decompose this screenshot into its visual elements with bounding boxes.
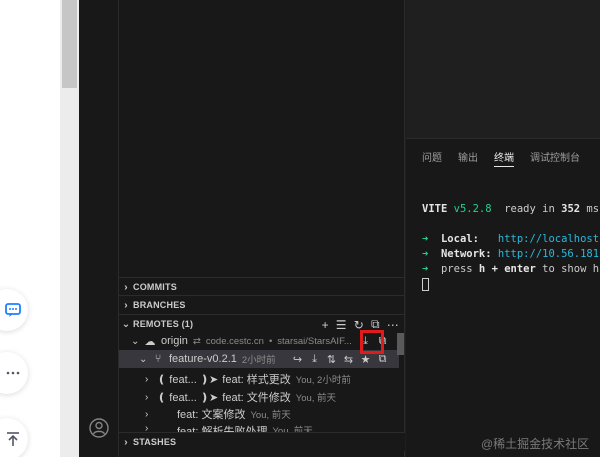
bottom-panel: 问题 输出 终端 调试控制台 VITE v5.2.8 ready in 352 … — [406, 138, 600, 457]
more-float-button[interactable] — [0, 352, 28, 394]
merge-icon[interactable]: ⤓ — [308, 353, 321, 366]
ready-unit: ms — [580, 203, 600, 215]
branches-section-header[interactable]: › BRANCHES — [119, 295, 405, 314]
network-label: Network: — [440, 248, 492, 260]
chevron-down-icon: ⌄ — [139, 353, 148, 365]
branch-row-feature[interactable]: ⌄ ⑂ feature-v0.2.1 2小时前 ↪ ⤓ ⇅ ⇆ ★ ⧉ — [119, 350, 399, 368]
sidebar-scrollbar[interactable] — [397, 333, 404, 355]
branches-label: BRANCHES — [133, 300, 186, 310]
sync-icon: ⇄ — [192, 335, 201, 347]
add-remote-icon[interactable]: + — [322, 318, 329, 332]
compare-icon[interactable]: ⇅ — [325, 353, 338, 366]
local-label: Local: — [440, 233, 479, 245]
remote-origin-row[interactable]: ⌄ ☁ origin ⇄ code.cestc.cn • starsai/Sta… — [119, 332, 399, 350]
commit-message: feat: 样式更改 — [222, 374, 291, 386]
chat-float-button[interactable] — [0, 289, 28, 331]
tab-problems[interactable]: 问题 — [422, 149, 442, 167]
watermark: @稀土掘金技术社区 — [481, 437, 590, 451]
source-control-sidebar: › COMMITS › BRANCHES ⌄ REMOTES (1) + ☰ ↻… — [119, 0, 405, 457]
tab-debug-console[interactable]: 调试控制台 — [530, 149, 580, 167]
account-icon[interactable] — [88, 417, 110, 439]
list-view-icon[interactable]: ☰ — [336, 318, 347, 332]
separator-dot: • — [268, 335, 273, 347]
local-url-link[interactable]: http://localhost — [498, 233, 599, 245]
vite-label: VITE — [422, 203, 448, 215]
chevron-right-icon: › — [145, 391, 149, 403]
chevron-right-icon: › — [145, 408, 149, 420]
commit-message: feat: 文案修改 — [177, 409, 246, 421]
back-to-top-button[interactable] — [0, 418, 28, 457]
copy-icon[interactable]: ⧉ — [376, 353, 389, 366]
commit-row[interactable]: › ❪ feat... ❫➤ feat: 文件修改 You, 前天 — [119, 388, 399, 406]
branch-name: feature-v0.2.1 — [169, 353, 237, 365]
remote-name: origin — [161, 335, 188, 347]
chevron-right-icon: › — [145, 373, 149, 385]
tab-output[interactable]: 输出 — [458, 149, 478, 167]
stashes-section-header[interactable]: › STASHES — [119, 432, 405, 451]
commit-meta: You, 2小时前 — [295, 375, 351, 386]
help-key: h + enter — [478, 263, 536, 275]
more-dots-icon — [6, 371, 20, 375]
pull-request-icon[interactable]: ⇆ — [342, 353, 355, 366]
browser-page — [0, 0, 79, 457]
cloud-icon: ☁ — [144, 335, 156, 348]
commits-label: COMMITS — [133, 282, 177, 292]
commit-message: feat: 文件修改 — [222, 392, 291, 404]
commit-row[interactable]: › feat: 文案修改 You, 前天 — [119, 405, 399, 423]
arrow-right-icon: ➜ — [422, 233, 429, 245]
stashes-label: STASHES — [133, 437, 177, 447]
ready-prefix: ready in — [504, 203, 562, 215]
branch-icon: ⑂ — [154, 353, 162, 365]
commit-branch-tag: ❪ feat... ❫➤ — [157, 391, 219, 404]
commit-meta: You, 前天 — [250, 410, 291, 421]
terminal-cursor — [422, 277, 429, 291]
switch-icon[interactable]: ↪ — [291, 353, 304, 366]
chevron-down-icon: ⌄ — [131, 335, 140, 347]
terminal-output[interactable]: VITE v5.2.8 ready in 352 ms ➜ Local: htt… — [422, 202, 599, 292]
help-suffix: to show h — [535, 263, 600, 275]
help-prefix: press — [440, 263, 479, 275]
more-actions-icon[interactable]: ⋯ — [387, 318, 399, 332]
editor-area — [406, 0, 600, 138]
page-scrollbar-thumb[interactable] — [62, 0, 77, 88]
branch-time: 2小时前 — [241, 355, 276, 366]
remote-host: code.cestc.cn — [205, 335, 264, 347]
remotes-label: REMOTES (1) — [133, 319, 194, 329]
chevron-right-icon: › — [124, 281, 128, 293]
chevron-right-icon: › — [124, 436, 128, 448]
star-icon[interactable]: ★ — [359, 353, 372, 366]
commit-branch-tag: ❪ feat... ❫➤ — [157, 373, 219, 386]
chat-icon — [5, 303, 21, 317]
arrow-up-icon — [7, 432, 19, 446]
ready-time: 352 — [561, 203, 581, 215]
remote-repo: starsai/StarsAIF... — [277, 335, 352, 347]
commits-section-header[interactable]: › COMMITS — [119, 277, 405, 296]
highlight-annotation-box — [360, 330, 384, 354]
commit-meta: You, 前天 — [295, 393, 337, 404]
commit-row[interactable]: › ❪ feat... ❫➤ feat: 样式更改 You, 2小时前 — [119, 370, 399, 388]
chevron-right-icon: › — [124, 299, 128, 311]
arrow-right-icon: ➜ — [422, 248, 429, 260]
panel-tabs: 问题 输出 终端 调试控制台 — [422, 149, 580, 167]
tab-terminal[interactable]: 终端 — [494, 149, 514, 167]
vite-version: v5.2.8 — [453, 203, 492, 215]
chevron-down-icon: ⌄ — [121, 318, 131, 330]
network-url-link[interactable]: http://10.56.181 — [498, 248, 599, 260]
arrow-right-icon: ➜ — [422, 263, 429, 275]
activity-bar — [79, 0, 119, 457]
